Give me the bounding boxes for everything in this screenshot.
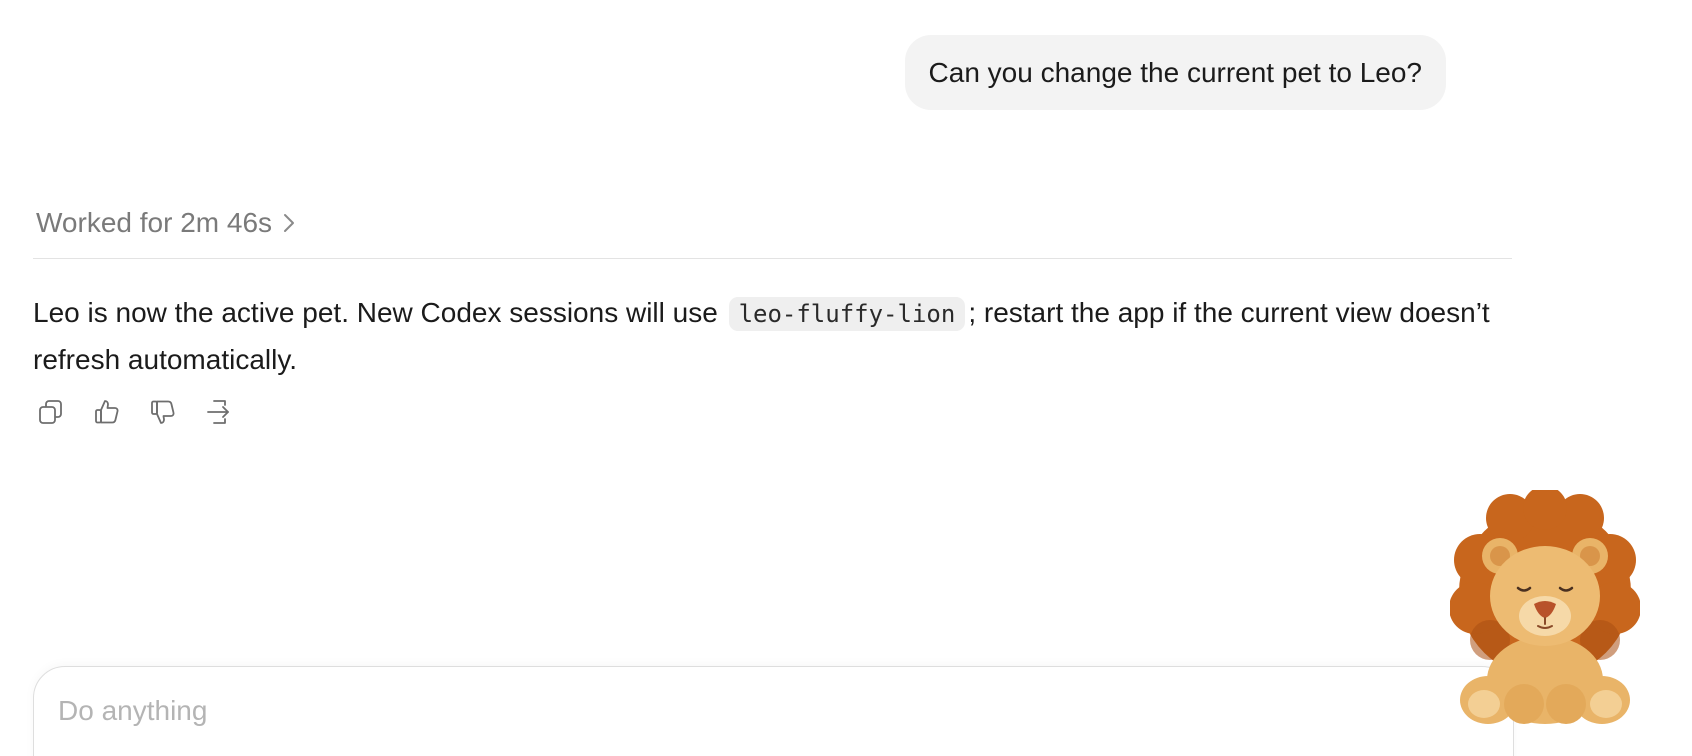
composer[interactable] xyxy=(33,666,1514,756)
thumbs-down-button[interactable] xyxy=(146,397,180,431)
assistant-text-before: Leo is now the active pet. New Codex ses… xyxy=(33,297,726,328)
message-actions xyxy=(34,397,236,431)
scroll-fade xyxy=(0,600,1692,670)
chat-page: Can you change the current pet to Leo? W… xyxy=(0,0,1692,756)
thumbs-down-icon xyxy=(148,397,178,432)
divider xyxy=(33,258,1512,259)
thumbs-up-button[interactable] xyxy=(90,397,124,431)
branch-button[interactable] xyxy=(202,397,236,431)
lion-plush-icon xyxy=(1449,486,1641,734)
copy-button[interactable] xyxy=(34,397,68,431)
worked-duration-label: Worked for 2m 46s xyxy=(36,207,273,238)
worked-duration-toggle[interactable]: Worked for 2m 46s xyxy=(36,207,296,239)
thumbs-up-icon xyxy=(92,397,122,432)
assistant-message: Leo is now the active pet. New Codex ses… xyxy=(33,290,1512,382)
chevron-right-icon xyxy=(282,212,296,234)
branch-icon xyxy=(204,397,234,432)
composer-input[interactable] xyxy=(58,695,1358,727)
user-message-bubble: Can you change the current pet to Leo? xyxy=(904,35,1446,110)
inline-code: leo-fluffy-lion xyxy=(728,297,966,331)
user-message-text: Can you change the current pet to Leo? xyxy=(928,56,1422,88)
pet-companion[interactable] xyxy=(1449,486,1641,730)
copy-icon xyxy=(36,397,66,432)
